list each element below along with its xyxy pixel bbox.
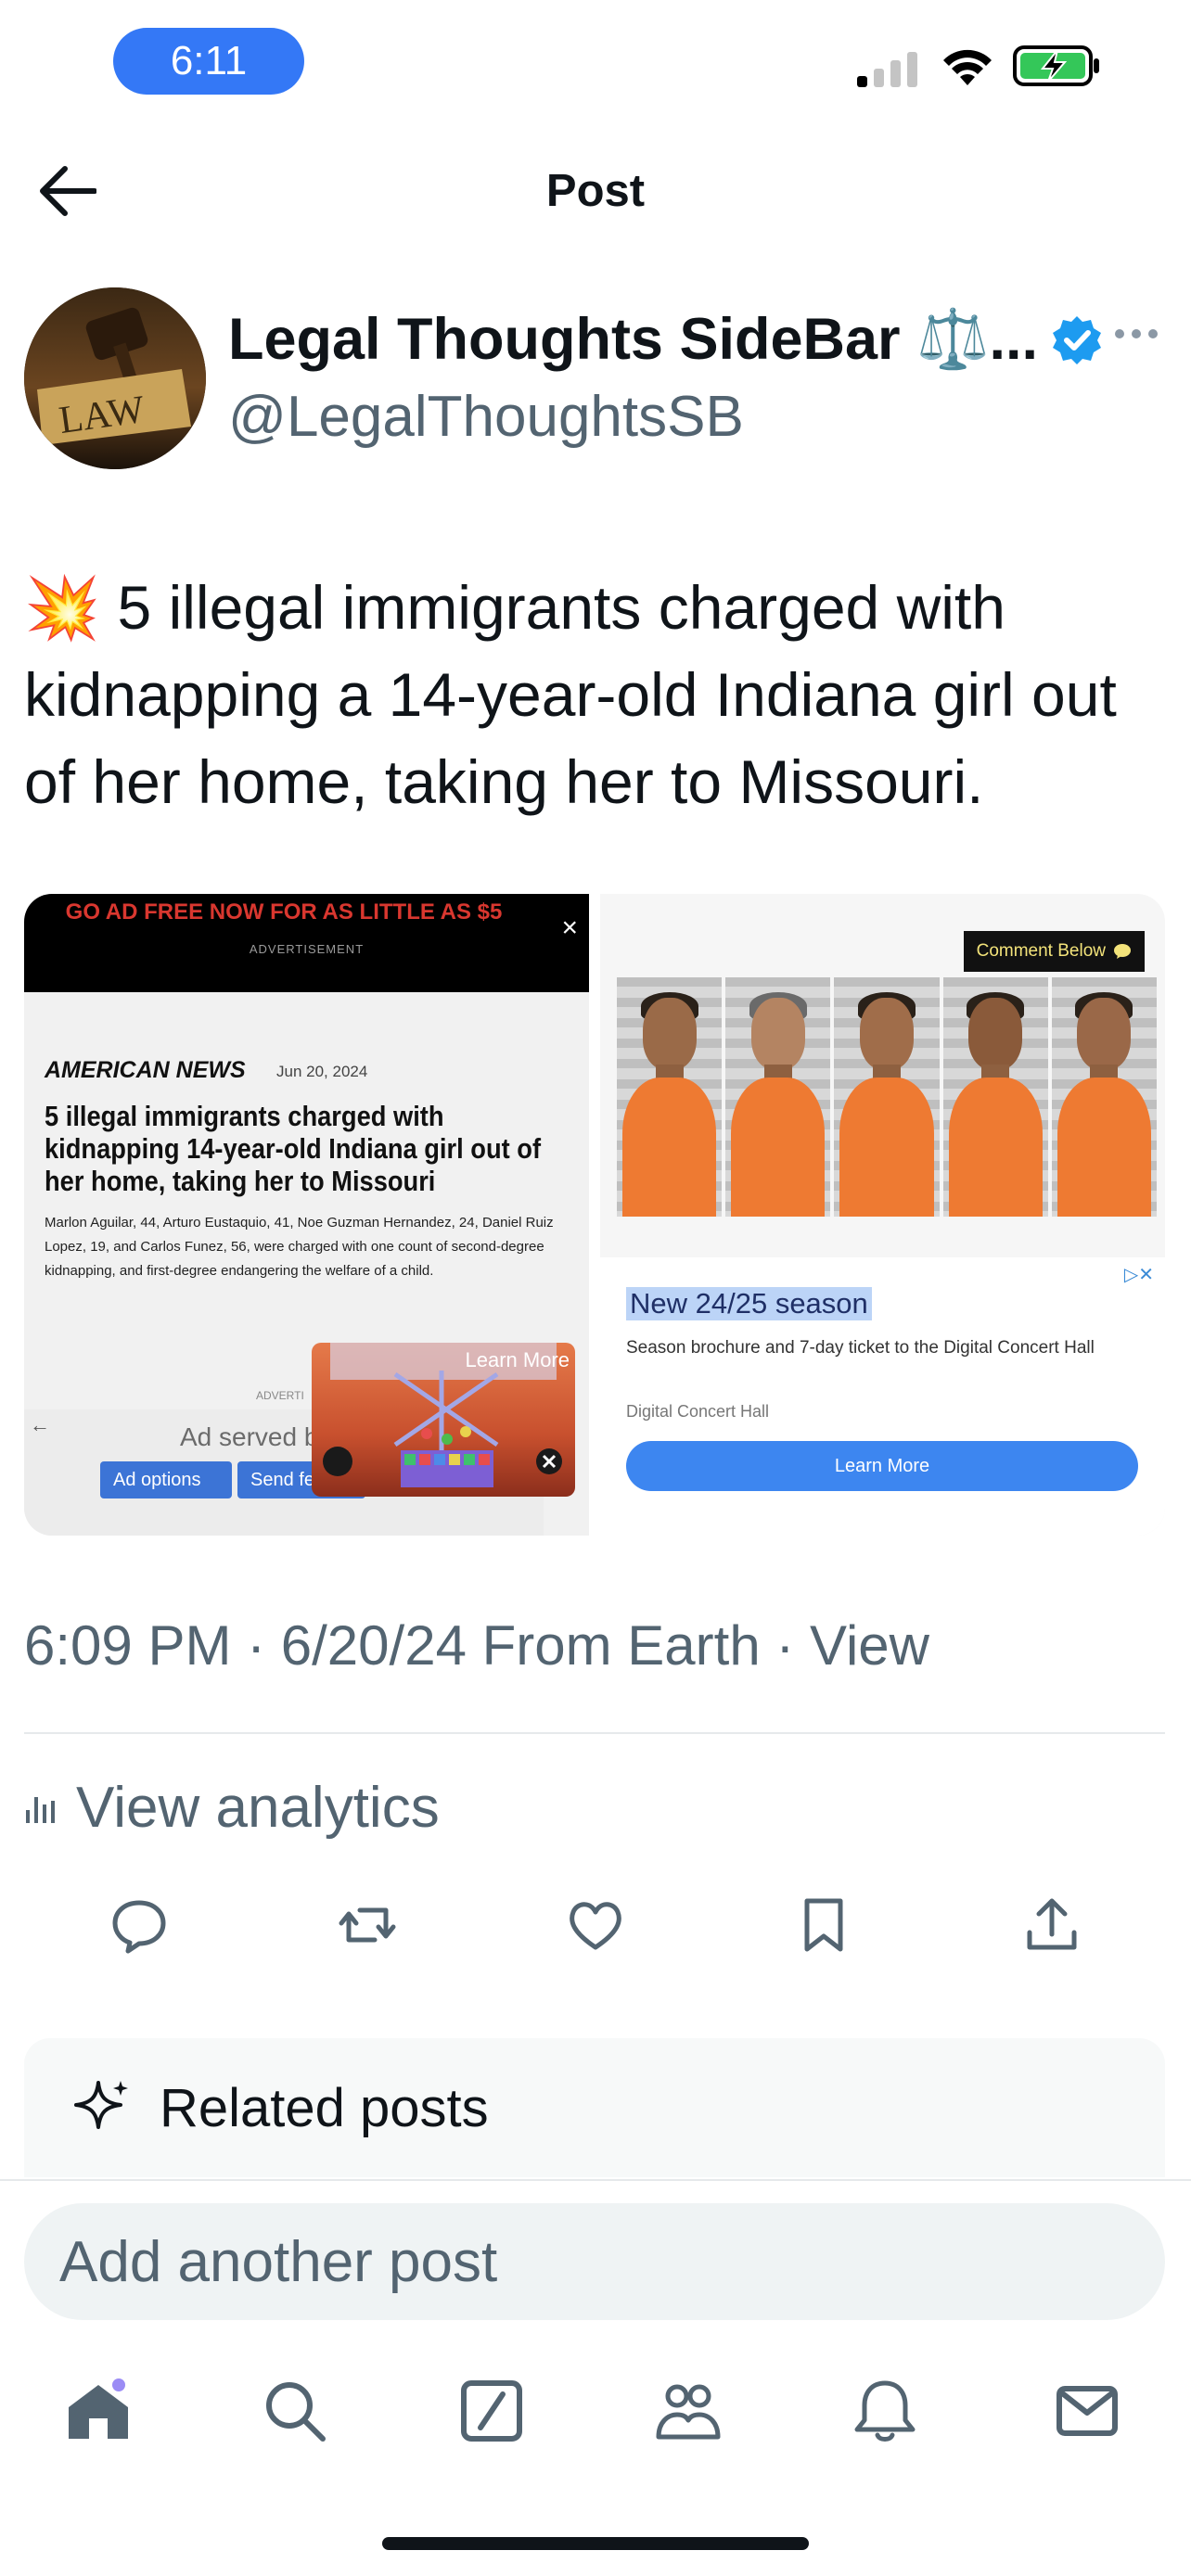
home-indicator	[382, 2537, 809, 2550]
share-icon[interactable]	[1022, 1895, 1082, 1955]
like-heart-icon[interactable]	[566, 1895, 625, 1955]
mugshot-photo	[942, 977, 1048, 1217]
sparkle-icon	[74, 2081, 128, 2129]
ad-options-button: Ad options	[100, 1461, 232, 1498]
view-analytics-link[interactable]: View analytics	[24, 1775, 440, 1841]
ad-back-arrow-icon: ←	[30, 1413, 50, 1436]
video-learn-more: Learn More	[465, 1348, 570, 1371]
post-timestamp[interactable]: 6:09 PM · 6/20/24 From Earth · View	[24, 1613, 929, 1677]
bookmark-icon[interactable]	[794, 1895, 853, 1955]
mugshot-photo	[834, 977, 940, 1217]
ad-mini-label: ADVERTI	[256, 1389, 304, 1402]
mugshot-photo	[725, 977, 831, 1217]
status-icons	[857, 45, 1102, 87]
post-media: GO AD FREE NOW FOR AS LITTLE AS $5 ADVER…	[24, 894, 1165, 1536]
ad-free-promo: GO AD FREE NOW FOR AS LITTLE AS $5	[65, 899, 503, 925]
author-handle[interactable]: @LegalThoughtsSB	[228, 384, 744, 450]
ad-title: New 24/25 season	[626, 1287, 872, 1320]
ad-learn-more-button: Learn More	[626, 1441, 1138, 1491]
author-display-name[interactable]: Legal Thoughts SideBar ⚖️...	[228, 306, 1103, 374]
search-tab-icon[interactable]	[262, 2378, 328, 2444]
post-body: 5 illegal immigrants charged with kidnap…	[24, 573, 1117, 816]
action-bar	[0, 1895, 1191, 1970]
view-analytics-label: View analytics	[76, 1776, 440, 1840]
repost-icon[interactable]	[338, 1895, 397, 1955]
mugshot-strip	[617, 977, 1158, 1217]
more-options-icon[interactable]	[1113, 326, 1159, 341]
explosion-emoji: 💥	[24, 573, 101, 642]
grok-tab-icon[interactable]	[458, 2378, 525, 2444]
wifi-icon	[943, 49, 992, 85]
post-text: 💥 5 illegal immigrants charged with kidn…	[24, 564, 1174, 825]
analytics-icon	[26, 1796, 55, 1823]
composer-placeholder: Add another post	[59, 2229, 498, 2294]
article-source: AMERICAN NEWS	[45, 1057, 246, 1083]
article-headline: 5 illegal immigrants charged with kidnap…	[45, 1100, 542, 1197]
mugshot-photo	[1051, 977, 1158, 1217]
reply-icon[interactable]	[109, 1895, 169, 1955]
communities-tab-icon[interactable]	[655, 2378, 722, 2444]
article-body: Marlon Aguilar, 44, Arturo Eustaquio, 41…	[45, 1215, 554, 1279]
signal-icon	[857, 52, 917, 87]
advertisement-label: ADVERTISEMENT	[249, 942, 365, 956]
article-date: Jun 20, 2024	[276, 1063, 368, 1080]
comment-below-label: Comment Below	[976, 941, 1106, 961]
mugshot-photo	[617, 977, 723, 1217]
status-time: 6:11	[113, 28, 304, 95]
add-another-post-input[interactable]: Add another post	[24, 2203, 1165, 2320]
related-posts-button[interactable]: Related posts	[24, 2038, 1165, 2177]
page-title: Post	[545, 166, 646, 216]
adchoices-icon: ▷✕	[1123, 1265, 1154, 1285]
avatar[interactable]: LAW	[24, 287, 206, 469]
media-image-mugshots[interactable]: Comment Below ▷✕ New 24/25 season Season…	[600, 894, 1165, 1536]
related-posts-label: Related posts	[160, 2077, 489, 2138]
ad-description: Season brochure and 7-day ticket to the …	[626, 1338, 1095, 1358]
comment-below-chip: Comment Below	[963, 931, 1145, 972]
notifications-tab-icon[interactable]	[852, 2378, 918, 2444]
verified-badge-icon	[1053, 315, 1102, 364]
comment-bubble-icon	[1114, 944, 1131, 959]
home-tab-icon[interactable]	[65, 2378, 132, 2444]
messages-tab-icon[interactable]	[1054, 2378, 1121, 2444]
divider	[0, 2179, 1191, 2181]
ad-served-text: Ad served b	[180, 1422, 319, 1451]
author-name-text: Legal Thoughts SideBar ⚖️...	[228, 307, 1039, 372]
media-image-article[interactable]: GO AD FREE NOW FOR AS LITTLE AS $5 ADVER…	[24, 894, 589, 1536]
video-ad: Learn More	[312, 1343, 575, 1497]
divider	[24, 1732, 1165, 1734]
ad-close-icon: ×	[561, 912, 578, 943]
ad-source: Digital Concert Hall	[626, 1402, 770, 1421]
battery-charging-icon	[1013, 45, 1099, 86]
